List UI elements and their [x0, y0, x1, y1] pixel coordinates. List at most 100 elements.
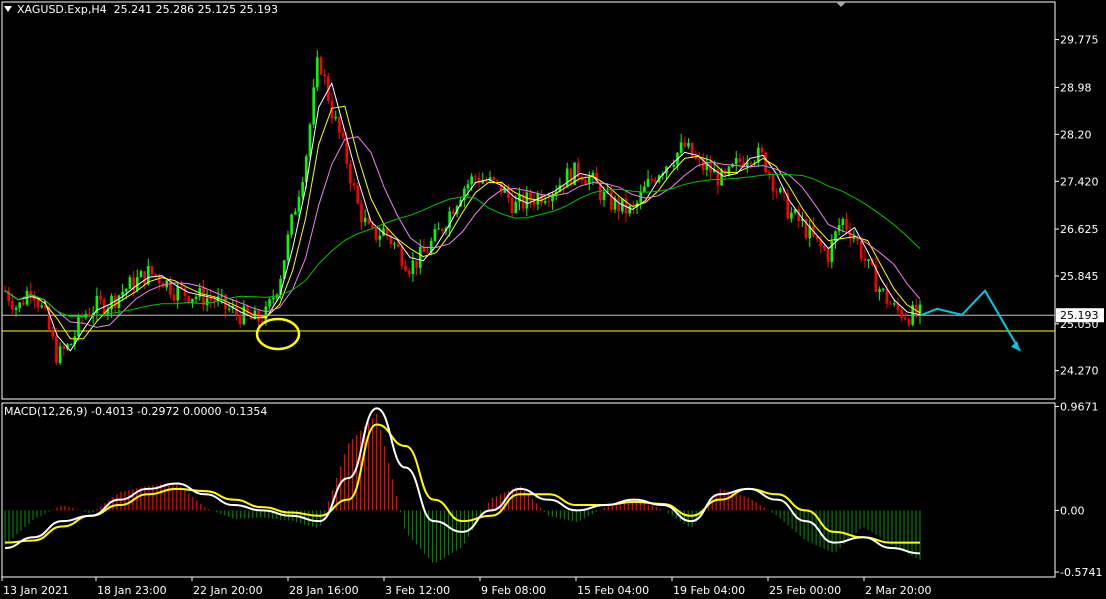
time-tick-label: 9 Feb 08:00: [481, 584, 546, 597]
ma-fast-line: [4, 81, 921, 352]
candle-body: [187, 296, 191, 303]
ma-slow-line: [4, 136, 921, 328]
candle-body: [143, 271, 146, 285]
time-tick-label: 25 Feb 00:00: [769, 584, 841, 597]
candle-body: [400, 246, 404, 266]
candle-body: [437, 228, 440, 230]
candle-body: [771, 174, 775, 192]
candle-body: [727, 166, 731, 175]
candle-body: [62, 346, 66, 349]
candle-body: [323, 74, 326, 77]
candle-body: [14, 307, 18, 310]
candle-body: [569, 168, 573, 185]
candle-body: [734, 158, 738, 165]
price-tick-label: 29.775: [1060, 34, 1099, 47]
time-tick-label: 28 Jan 16:00: [289, 584, 359, 597]
candle-body: [338, 116, 341, 133]
candle-body: [617, 198, 620, 212]
candle-body: [826, 249, 830, 262]
candle-body: [99, 295, 102, 300]
arrow-head-icon: [1011, 340, 1020, 351]
candle-body: [172, 294, 176, 301]
ma-mid-line: [4, 105, 921, 340]
price-tag-label: 25.193: [1060, 309, 1099, 322]
candle-body: [209, 298, 213, 300]
time-tick-label: 3 Feb 12:00: [385, 584, 450, 597]
candle-body: [334, 116, 338, 119]
candle-body: [191, 298, 194, 303]
candle-body: [290, 214, 293, 235]
macd-signal-line: [4, 423, 920, 544]
candle-body: [510, 197, 514, 213]
candle-body: [139, 271, 143, 278]
time-tick-label: 15 Feb 04:00: [577, 584, 649, 597]
candle-body: [749, 162, 753, 164]
candle-body: [407, 270, 411, 274]
candle-body: [518, 194, 521, 202]
candle-body: [525, 192, 529, 209]
candle-body: [646, 178, 650, 187]
candle-body: [918, 304, 922, 316]
candle-body: [227, 308, 231, 310]
candle-body: [885, 288, 889, 304]
candle-body: [584, 180, 587, 185]
candle-body: [540, 194, 543, 203]
candle-body: [440, 228, 444, 232]
candle-body: [268, 299, 271, 307]
candle-body: [69, 344, 73, 346]
candle-body: [246, 306, 249, 315]
time-tick-label: 22 Jan 20:00: [193, 584, 263, 597]
candle-body: [40, 305, 44, 308]
time-tick-label: 19 Feb 04:00: [673, 584, 745, 597]
candle-body: [51, 329, 55, 337]
candle-body: [36, 300, 40, 308]
shift-marker-icon: [836, 2, 846, 7]
candle-body: [319, 57, 323, 75]
candle-body: [485, 180, 488, 182]
candle-body: [433, 229, 437, 241]
candle-body: [610, 191, 613, 210]
candle-body: [135, 277, 139, 291]
candle-body: [859, 240, 863, 259]
candle-body: [900, 309, 903, 318]
candle-body: [643, 186, 646, 192]
candle-body: [238, 314, 242, 325]
candle-body: [205, 298, 209, 306]
candle-body: [687, 142, 690, 147]
candle-body: [294, 211, 297, 215]
candle-body: [764, 152, 767, 173]
candle-body: [867, 259, 870, 261]
candle-body: [396, 243, 400, 247]
candle-body: [374, 227, 378, 240]
candle-body: [532, 201, 536, 205]
candle-body: [297, 196, 301, 212]
candle-body: [158, 276, 161, 284]
candle-body: [363, 217, 367, 223]
candle-body: [720, 170, 723, 186]
candle-body: [378, 235, 382, 240]
price-tick-label: 28.20: [1060, 128, 1092, 141]
candle-body: [404, 265, 407, 271]
candle-body: [474, 176, 477, 178]
candle-body: [790, 212, 793, 219]
candle-body: [672, 164, 676, 167]
candle-body: [124, 288, 128, 292]
candle-body: [852, 237, 856, 239]
macd-main-line: [4, 407, 921, 555]
main-panel-frame: [1, 1, 1056, 400]
candle-body: [150, 266, 154, 275]
price-tick-label: 25.845: [1060, 270, 1099, 283]
candle-body: [271, 297, 275, 300]
candle-body: [352, 183, 356, 186]
price-tick-label: 26.625: [1060, 223, 1099, 236]
candle-body: [529, 192, 532, 202]
candle-body: [121, 291, 124, 296]
candle-body: [845, 218, 848, 230]
candle-body: [11, 301, 14, 310]
chart-canvas[interactable]: 29.77528.9828.2027.42026.62525.84525.050…: [0, 0, 1106, 599]
candle-body: [202, 287, 205, 306]
candle-body: [904, 317, 907, 320]
candle-body: [341, 132, 345, 137]
candle-body: [349, 163, 352, 184]
candle-body: [301, 182, 304, 197]
